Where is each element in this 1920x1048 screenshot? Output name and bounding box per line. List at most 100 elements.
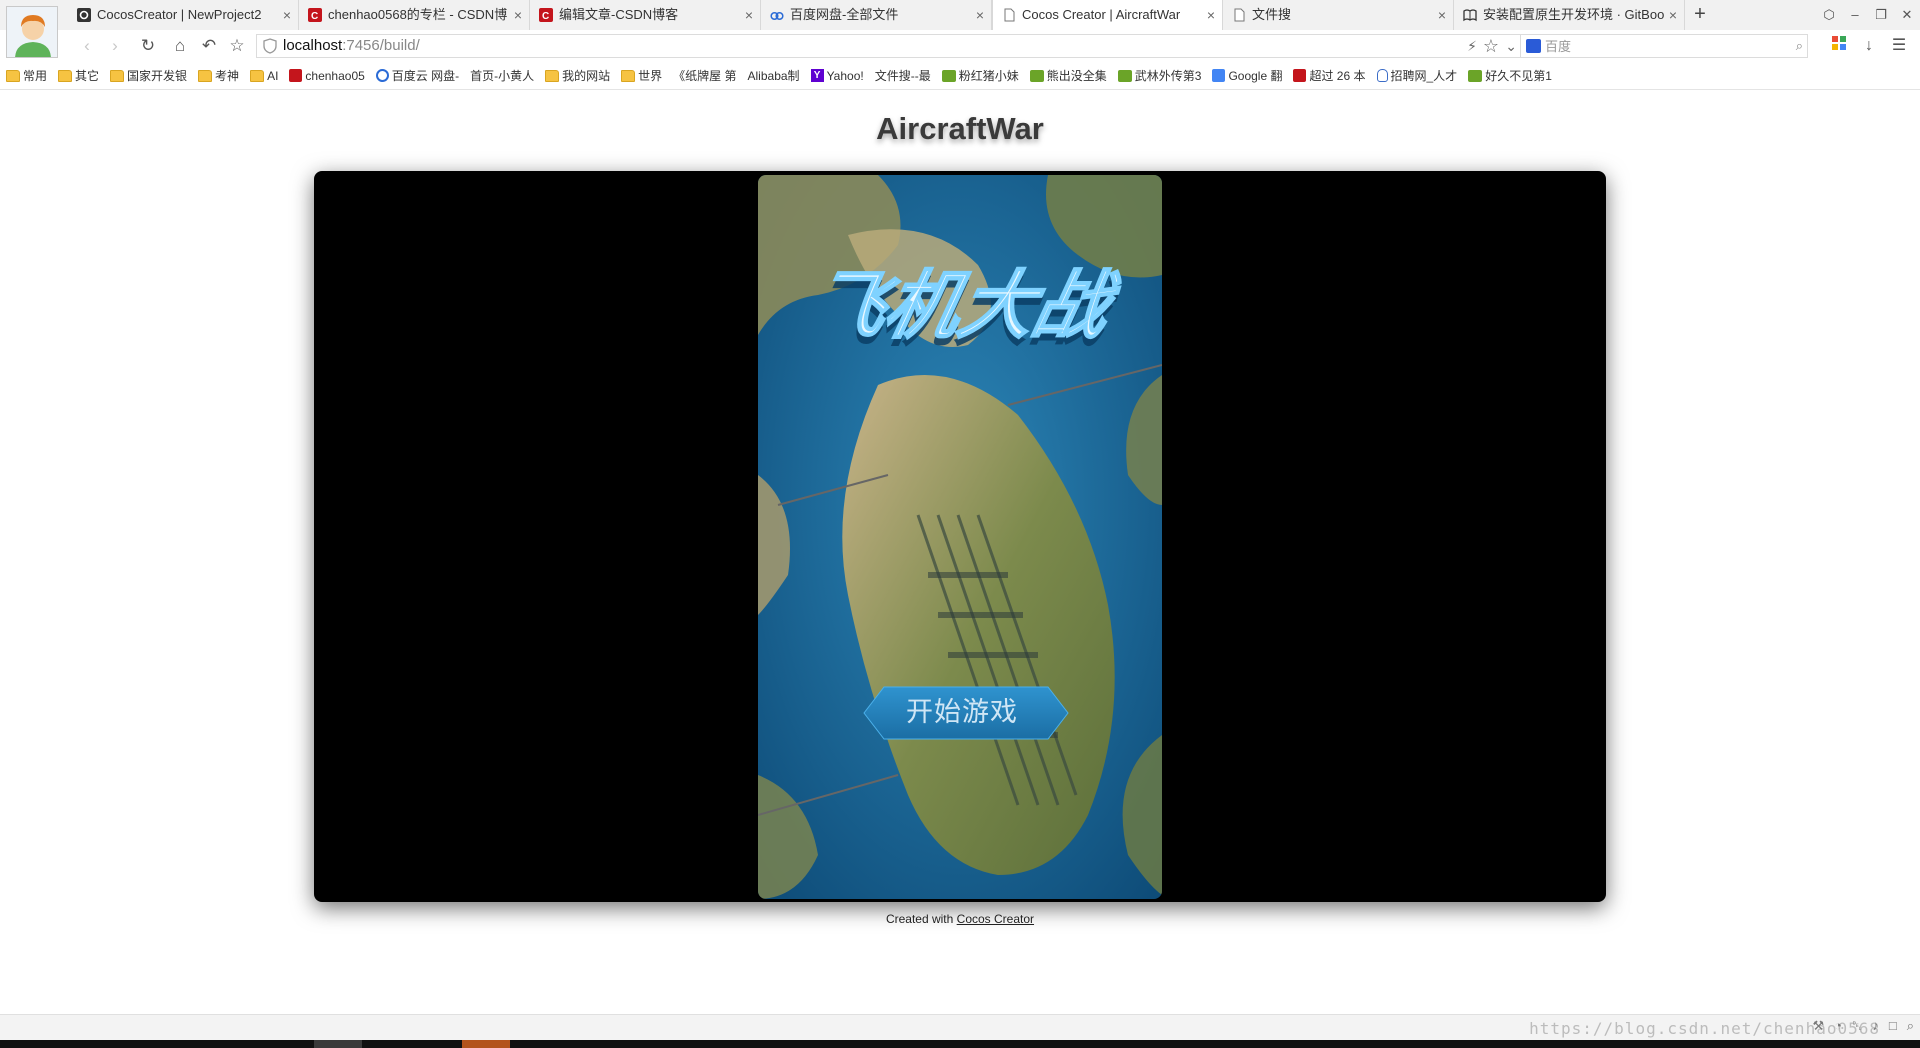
hand-icon [1376,69,1388,82]
bookmark-label: 首页-小黄人 [470,69,535,83]
skin-icon[interactable]: ⬡ [1816,0,1842,30]
restore-icon[interactable]: ❐ [1868,0,1894,30]
search-icon[interactable]: ⌕ [1796,35,1803,57]
bookmark-item[interactable]: 考神 [198,67,239,84]
bookmark-item[interactable]: 百度云 网盘- [375,67,459,84]
forward-button[interactable]: › [102,33,128,59]
cocos-icon [77,8,91,22]
bookmark-label: 我的网站 [562,69,611,83]
taskbar-item[interactable] [314,1040,362,1048]
tab-gitbook[interactable]: 安装配置原生开发环境 · GitBoo × [1454,0,1685,30]
svg-text:C: C [542,11,549,22]
bookmark-item[interactable]: 世界 [621,67,662,84]
bookmark-label: Alibaba制 [747,69,800,83]
start-game-button[interactable]: 开始游戏 [864,683,1060,743]
download-icon[interactable]: ↓ [1858,33,1880,59]
bookmark-item[interactable]: 《纸牌屋 第 [0,67,737,166]
apps-grid-icon[interactable] [1828,33,1850,59]
game-canvas[interactable]: 飞机大战 飞机大战 开始游戏 [758,175,1162,899]
bookmark-label: 常用 [23,69,48,83]
game-frame: 飞机大战 飞机大战 开始游戏 [314,171,1606,902]
chevron-down-icon[interactable]: ⌄ [1505,35,1517,57]
baidu-search-icon[interactable] [1526,39,1541,53]
taskbar-item[interactable] [462,1040,510,1048]
tab-aircraftwar[interactable]: Cocos Creator | AircraftWar × [992,0,1223,30]
zoom-icon[interactable]: ⌕ [1907,1018,1914,1034]
iqiyi-icon [1117,69,1132,82]
bookmark-label: Google 翻 [1228,69,1283,83]
minimize-icon[interactable]: – [1842,0,1868,30]
lightning-icon[interactable]: ⚡ [1467,35,1477,57]
bookmark-item[interactable]: 武林外传第3 [1117,67,1202,84]
google-translate-icon [1212,69,1226,82]
user-avatar[interactable] [6,6,58,58]
volume-icon[interactable]: ♪ [1872,1018,1879,1034]
navigation-bar: ‹ › ↻ ⌂ ↶ ☆ localhost:7456/build/ ⚡ ☆ ⌄ … [0,30,1920,62]
close-tab-icon[interactable]: × [745,0,753,30]
favorite-star-icon[interactable]: ☆ [1483,35,1499,57]
url-text[interactable]: localhost:7456/build/ [283,35,420,57]
tools-icon[interactable]: ⚒ [1812,1018,1824,1034]
close-tab-icon[interactable]: × [514,0,522,30]
tab-strip: CocosCreator | NewProject2 × C chenhao05… [0,0,1920,58]
taskbar [0,1040,1920,1048]
trash-icon[interactable]: ␡ [1852,1018,1862,1034]
start-game-label: 开始游戏 [906,697,1018,728]
bookmark-item[interactable]: Y Yahoo! [810,69,864,83]
book-icon [1293,69,1307,82]
bookmark-star-button[interactable]: ☆ [224,33,250,59]
bookmark-item[interactable]: Google 翻 [1212,67,1282,84]
bookmark-item[interactable]: 熊出没全集 [1029,67,1107,84]
bookmark-item[interactable]: 我的网站 [545,67,610,84]
menu-icon[interactable]: ☰ [1888,33,1910,59]
reload-button[interactable]: ↻ [135,33,161,59]
tab-csdn-blog[interactable]: C chenhao0568的专栏 - CSDN博 × [299,0,530,30]
bookmark-item[interactable]: 国家开发银 [110,67,187,84]
close-tab-icon[interactable]: × [976,0,984,30]
close-tab-icon[interactable]: × [1438,0,1446,30]
bookmark-item[interactable]: 好久不见第1 [1468,67,1552,84]
csdn-icon: C [539,8,553,22]
page-content: AircraftWar 飞机大战 飞机大战 开始游戏 Created with … [0,91,1920,1014]
bookmark-label: 超过 26 本 [1309,69,1366,83]
close-tab-icon[interactable]: × [1669,0,1677,30]
cocos-creator-link[interactable]: Cocos Creator [957,912,1034,926]
bookmark-item[interactable]: 首页-小黄人 [0,67,535,166]
home-button[interactable]: ⌂ [167,33,193,59]
close-tab-icon[interactable]: × [283,0,291,30]
address-bar[interactable]: localhost:7456/build/ ⚡ ☆ ⌄ [256,34,1522,58]
bookmark-item[interactable]: 粉红猪小妹 [941,67,1019,84]
bookmark-label: 国家开发银 [127,69,188,83]
folder-icon [621,69,636,82]
close-tab-icon[interactable]: × [1207,0,1215,30]
tab-baidu-pan[interactable]: 百度网盘-全部文件 × [761,0,992,30]
bookmark-item[interactable]: 其它 [58,67,99,84]
new-tab-button[interactable]: + [1685,0,1715,30]
book-icon [1463,9,1477,22]
tab-label: 安装配置原生开发环境 · GitBoo [1483,7,1665,22]
window-icon[interactable]: □ [1889,1018,1897,1034]
tab-file-search[interactable]: 文件搜 × [1223,0,1454,30]
close-window-icon[interactable]: ✕ [1894,0,1920,30]
bookmark-item[interactable]: 常用 [6,67,47,84]
bookmark-item[interactable]: 超过 26 本 [1293,67,1366,84]
bookmark-item[interactable]: 文件搜--最 [0,67,931,166]
search-input[interactable] [1545,37,1775,55]
tab-label: 文件搜 [1252,7,1292,22]
bookmark-label: 招聘网_人才 [1390,69,1458,83]
baidu-cloud-icon [770,11,784,21]
tab-cocos-newproject[interactable]: CocosCreator | NewProject2 × [68,0,299,30]
bookmark-item[interactable]: chenhao05 [289,69,365,83]
speed-icon[interactable]: ◔ [1834,1018,1842,1034]
bookmark-item[interactable]: Alibaba制 [0,67,800,166]
undo-close-button[interactable]: ↶ [196,33,222,59]
tab-label: chenhao0568的专栏 - CSDN博 [328,7,508,22]
bookmark-item[interactable]: AI [250,69,278,83]
tab-label: CocosCreator | NewProject2 [97,7,262,22]
bookmark-label: 武林外传第3 [1134,69,1202,83]
folder-icon [6,69,20,82]
toolbar-icons: ↓ ☰ [1828,33,1910,59]
back-button[interactable]: ‹ [74,33,100,59]
bookmark-item[interactable]: 招聘网_人才 [1376,67,1458,84]
tab-csdn-edit[interactable]: C 编辑文章-CSDN博客 × [530,0,761,30]
